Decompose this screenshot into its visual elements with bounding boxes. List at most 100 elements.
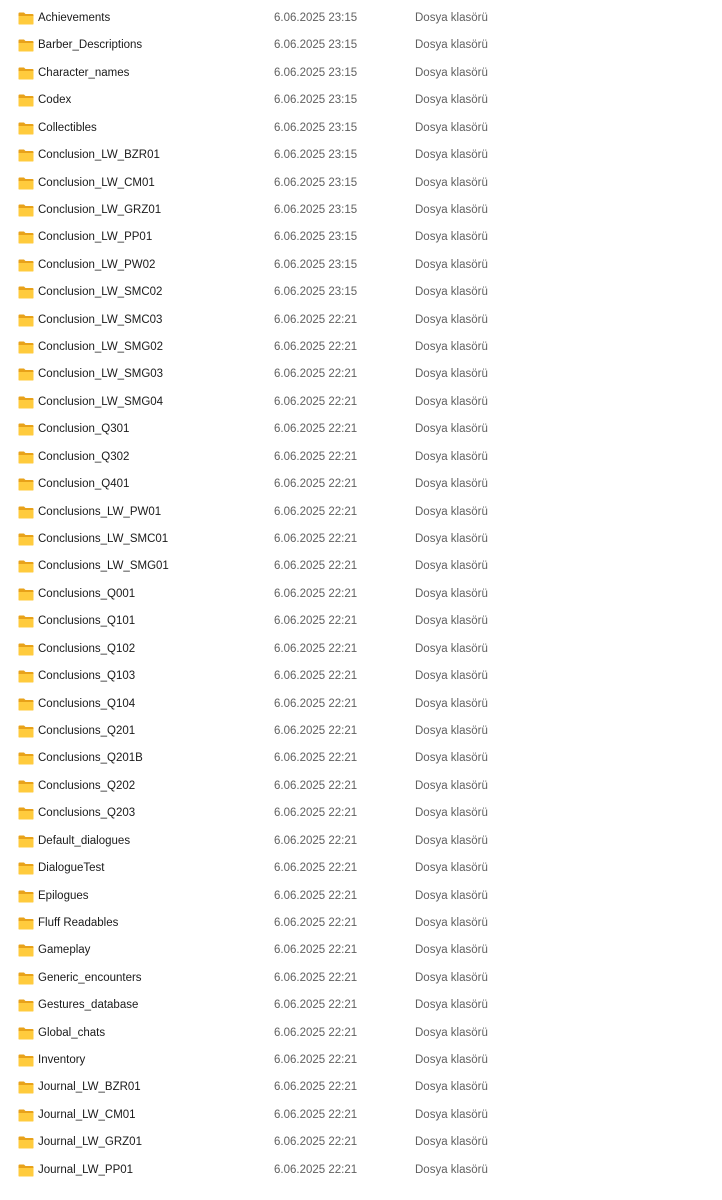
- file-row[interactable]: Conclusions_Q203 6.06.2025 22:21 Dosya k…: [0, 800, 722, 827]
- file-row[interactable]: Conclusions_LW_PW01 6.06.2025 22:21 Dosy…: [0, 499, 722, 526]
- file-type: Dosya klasörü: [415, 971, 488, 984]
- file-row[interactable]: Inventory 6.06.2025 22:21 Dosya klasörü: [0, 1047, 722, 1074]
- file-row[interactable]: Collectibles 6.06.2025 23:15 Dosya klasö…: [0, 115, 722, 142]
- file-name: Conclusions_Q103: [38, 670, 136, 683]
- file-type: Dosya klasörü: [415, 670, 488, 683]
- file-row[interactable]: Conclusions_Q103 6.06.2025 22:21 Dosya k…: [0, 663, 722, 690]
- file-row[interactable]: Conclusion_LW_SMG02 6.06.2025 22:21 Dosy…: [0, 334, 722, 361]
- folder-icon: [18, 314, 34, 327]
- file-row[interactable]: Conclusions_Q102 6.06.2025 22:21 Dosya k…: [0, 636, 722, 663]
- file-row[interactable]: Character_names 6.06.2025 23:15 Dosya kl…: [0, 60, 722, 87]
- file-row[interactable]: Conclusion_LW_SMG04 6.06.2025 22:21 Dosy…: [0, 389, 722, 416]
- file-type: Dosya klasörü: [415, 313, 488, 326]
- file-row[interactable]: Conclusion_Q301 6.06.2025 22:21 Dosya kl…: [0, 416, 722, 443]
- folder-icon: [18, 231, 34, 244]
- file-row[interactable]: Conclusions_Q001 6.06.2025 22:21 Dosya k…: [0, 581, 722, 608]
- file-row[interactable]: Conclusion_LW_SMC03 6.06.2025 22:21 Dosy…: [0, 307, 722, 334]
- file-row[interactable]: Conclusion_Q401 6.06.2025 22:21 Dosya kl…: [0, 471, 722, 498]
- file-name: Conclusions_Q201B: [38, 752, 143, 765]
- file-modified-date: 6.06.2025 22:21: [274, 395, 358, 408]
- file-name: Conclusion_Q302: [38, 450, 130, 463]
- file-type: Dosya klasörü: [415, 724, 488, 737]
- file-type: Dosya klasörü: [415, 12, 488, 24]
- file-name: Gameplay: [38, 944, 91, 957]
- file-row[interactable]: Conclusions_Q201 6.06.2025 22:21 Dosya k…: [0, 718, 722, 745]
- file-name: Conclusion_Q301: [38, 423, 130, 436]
- file-name: Epilogues: [38, 889, 89, 902]
- folder-icon: [18, 1081, 34, 1094]
- file-row[interactable]: Conclusion_LW_PW02 6.06.2025 23:15 Dosya…: [0, 252, 722, 279]
- file-modified-date: 6.06.2025 22:21: [274, 478, 358, 491]
- file-row[interactable]: Default_dialogues 6.06.2025 22:21 Dosya …: [0, 828, 722, 855]
- file-row[interactable]: Barber_Descriptions 6.06.2025 23:15 Dosy…: [0, 32, 722, 59]
- file-row[interactable]: Journal_LW_PP01 6.06.2025 22:21 Dosya kl…: [0, 1157, 722, 1184]
- file-row[interactable]: Conclusions_LW_SMG01 6.06.2025 22:21 Dos…: [0, 553, 722, 580]
- file-modified-date: 6.06.2025 22:21: [274, 313, 358, 326]
- file-row[interactable]: Achievements 6.06.2025 23:15 Dosya klasö…: [0, 5, 722, 32]
- file-modified-date: 6.06.2025 23:15: [274, 121, 358, 134]
- file-type: Dosya klasörü: [415, 889, 488, 902]
- file-name: Journal_LW_BZR01: [38, 1081, 141, 1094]
- file-modified-date: 6.06.2025 22:21: [274, 807, 358, 820]
- file-row[interactable]: Journal_LW_BZR01 6.06.2025 22:21 Dosya k…: [0, 1074, 722, 1101]
- file-name: Conclusions_Q101: [38, 615, 136, 628]
- file-row[interactable]: Conclusions_Q101 6.06.2025 22:21 Dosya k…: [0, 608, 722, 635]
- file-modified-date: 6.06.2025 22:21: [274, 587, 358, 600]
- folder-icon: [18, 506, 34, 519]
- file-row[interactable]: Conclusions_LW_SMC01 6.06.2025 22:21 Dos…: [0, 526, 722, 553]
- file-row[interactable]: Codex 6.06.2025 23:15 Dosya klasörü: [0, 87, 722, 114]
- file-modified-date: 6.06.2025 22:21: [274, 505, 358, 518]
- file-modified-date: 6.06.2025 23:15: [274, 203, 358, 216]
- file-row[interactable]: Conclusion_LW_CM01 6.06.2025 23:15 Dosya…: [0, 170, 722, 197]
- file-modified-date: 6.06.2025 22:21: [274, 1136, 358, 1149]
- file-modified-date: 6.06.2025 22:21: [274, 944, 358, 957]
- file-row[interactable]: Generic_encounters 6.06.2025 22:21 Dosya…: [0, 965, 722, 992]
- file-row[interactable]: Fluff Readables 6.06.2025 22:21 Dosya kl…: [0, 910, 722, 937]
- folder-icon: [18, 1136, 34, 1149]
- file-row[interactable]: Gameplay 6.06.2025 22:21 Dosya klasörü: [0, 937, 722, 964]
- file-row[interactable]: Conclusion_LW_BZR01 6.06.2025 23:15 Dosy…: [0, 142, 722, 169]
- file-type: Dosya klasörü: [415, 1054, 488, 1067]
- file-type: Dosya klasörü: [415, 423, 488, 436]
- file-name: Codex: [38, 94, 72, 107]
- file-type: Dosya klasörü: [415, 341, 488, 354]
- file-name: Conclusions_LW_SMC01: [38, 533, 169, 546]
- file-row[interactable]: Gestures_database 6.06.2025 22:21 Dosya …: [0, 992, 722, 1019]
- file-row[interactable]: Global_chats 6.06.2025 22:21 Dosya klasö…: [0, 1020, 722, 1047]
- file-row[interactable]: Conclusions_Q201B 6.06.2025 22:21 Dosya …: [0, 745, 722, 772]
- file-row[interactable]: Conclusion_LW_PP01 6.06.2025 23:15 Dosya…: [0, 224, 722, 251]
- file-type: Dosya klasörü: [415, 533, 488, 546]
- file-row[interactable]: Conclusion_LW_SMC02 6.06.2025 23:15 Dosy…: [0, 279, 722, 306]
- file-row[interactable]: Conclusion_Q302 6.06.2025 22:21 Dosya kl…: [0, 444, 722, 471]
- folder-icon: [18, 835, 34, 848]
- file-name: Conclusions_Q104: [38, 697, 136, 710]
- folder-icon: [18, 725, 34, 738]
- file-row[interactable]: DialogueTest 6.06.2025 22:21 Dosya klasö…: [0, 855, 722, 882]
- file-type: Dosya klasörü: [415, 1081, 488, 1094]
- file-type: Dosya klasörü: [415, 176, 488, 189]
- file-row[interactable]: Journal_LW_CM01 6.06.2025 22:21 Dosya kl…: [0, 1102, 722, 1129]
- folder-icon: [18, 670, 34, 683]
- file-row[interactable]: Journal_LW_GRZ01 6.06.2025 22:21 Dosya k…: [0, 1129, 722, 1156]
- file-row[interactable]: Epilogues 6.06.2025 22:21 Dosya klasörü: [0, 883, 722, 910]
- file-type: Dosya klasörü: [415, 560, 488, 573]
- file-modified-date: 6.06.2025 23:15: [274, 12, 358, 24]
- file-row[interactable]: Conclusion_LW_SMG03 6.06.2025 22:21 Dosy…: [0, 361, 722, 388]
- file-modified-date: 6.06.2025 22:21: [274, 670, 358, 683]
- folder-icon: [18, 1054, 34, 1067]
- file-modified-date: 6.06.2025 22:21: [274, 1108, 358, 1121]
- file-modified-date: 6.06.2025 22:21: [274, 368, 358, 381]
- file-type: Dosya klasörü: [415, 999, 488, 1012]
- file-row[interactable]: Conclusion_LW_GRZ01 6.06.2025 23:15 Dosy…: [0, 197, 722, 224]
- file-modified-date: 6.06.2025 22:21: [274, 423, 358, 436]
- file-modified-date: 6.06.2025 22:21: [274, 724, 358, 737]
- file-modified-date: 6.06.2025 23:15: [274, 258, 358, 271]
- file-name: Conclusion_LW_BZR01: [38, 149, 160, 162]
- file-type: Dosya klasörü: [415, 395, 488, 408]
- file-modified-date: 6.06.2025 22:21: [274, 779, 358, 792]
- file-type: Dosya klasörü: [415, 944, 488, 957]
- file-type: Dosya klasörü: [415, 1136, 488, 1149]
- file-row[interactable]: Conclusions_Q202 6.06.2025 22:21 Dosya k…: [0, 773, 722, 800]
- file-row[interactable]: Conclusions_Q104 6.06.2025 22:21 Dosya k…: [0, 691, 722, 718]
- folder-icon: [18, 39, 34, 52]
